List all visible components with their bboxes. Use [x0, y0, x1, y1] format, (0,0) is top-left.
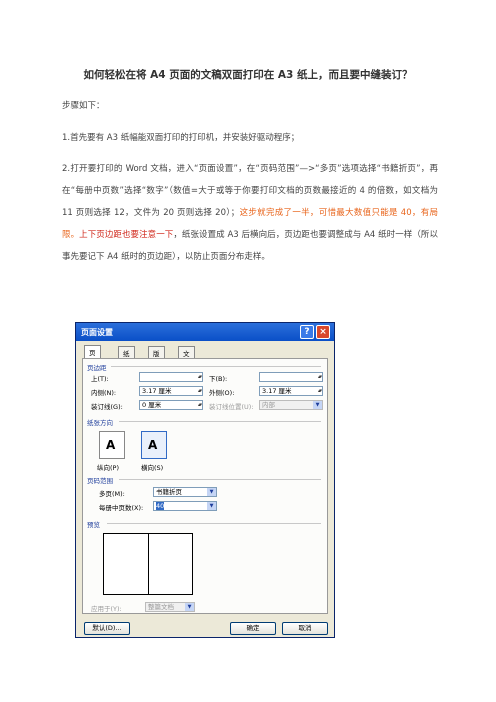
steps-label: 步骤如下：: [62, 101, 105, 111]
help-icon[interactable]: ?: [300, 325, 314, 339]
top-margin-input[interactable]: [139, 372, 203, 382]
gutter-input[interactable]: 0 厘米: [139, 400, 203, 410]
portrait-icon: A: [106, 438, 116, 452]
orientation-divider: [119, 421, 321, 422]
sheets-per-booklet-select[interactable]: 40 ▼: [153, 501, 217, 511]
gutter-position-value: 内部: [262, 401, 275, 409]
tab-margins[interactable]: 页边距: [84, 345, 101, 377]
step-1-text: 1.首先要有 A3 纸幅能双面打印的打印机，并安装好驱动程序；: [62, 133, 300, 143]
preview-group-label: 预览: [87, 521, 100, 529]
sheets-value: 40: [156, 502, 165, 510]
margins-group-label: 页边距: [87, 364, 107, 372]
landscape-icon: A: [148, 438, 158, 452]
multipage-select[interactable]: 书籍折页 ▼: [153, 487, 217, 497]
pages-group-label: 页码范围: [87, 477, 113, 485]
portrait-label: 纵向(P): [97, 464, 119, 472]
dialog-title: 页面设置: [81, 328, 113, 337]
gutter-label: 装订线(G):: [91, 403, 123, 411]
margins-divider: [111, 366, 321, 367]
multipage-value: 书籍折页: [156, 488, 182, 496]
landscape-label: 横向(S): [141, 464, 164, 472]
chevron-down-icon: ▼: [313, 401, 322, 409]
orientation-group-label: 纸张方向: [87, 419, 113, 427]
preview-divider: [107, 523, 321, 524]
chevron-down-icon: ▼: [207, 488, 216, 496]
tab-doc-grid[interactable]: 文档网格: [178, 346, 195, 388]
top-label: 上(T):: [91, 375, 109, 383]
step-2-red-note: 上下页边距也要注意一下: [79, 230, 174, 240]
article-title: 如何轻松在将 A4 页面的文稿双面打印在 A3 纸上，而且要中缝装订？: [83, 69, 413, 81]
apply-to-label: 应用于(Y):: [91, 605, 122, 613]
default-button[interactable]: 默认(D)...: [84, 622, 130, 635]
tab-layout[interactable]: 版式: [148, 346, 165, 368]
landscape-option[interactable]: A: [141, 431, 167, 459]
outside-label: 外侧(O):: [209, 389, 235, 397]
inside-label: 内侧(N):: [91, 389, 117, 397]
chevron-down-icon: ▼: [207, 502, 216, 510]
dialog-titlebar: 页面设置 ? ×: [76, 323, 334, 341]
apply-to-select[interactable]: 整篇文档 ▼: [145, 602, 195, 612]
gutter-position-label: 装订线位置(U):: [209, 403, 254, 411]
step-2-text: 2.打开要打印的 Word 文档，进入“页面设置”，在“页码范围”—>“多页”选…: [62, 158, 438, 268]
preview-fold-line: [148, 534, 149, 594]
chevron-down-icon: ▼: [185, 603, 194, 611]
tab-paper[interactable]: 纸张: [118, 346, 135, 368]
apply-to-value: 整篇文档: [148, 603, 174, 611]
ok-button[interactable]: 确定: [230, 622, 276, 635]
bottom-label: 下(B):: [209, 375, 228, 383]
close-icon[interactable]: ×: [316, 325, 330, 339]
gutter-position-select[interactable]: 内部 ▼: [259, 400, 323, 410]
preview-page: [103, 533, 193, 595]
outside-margin-input[interactable]: 3.17 厘米: [259, 386, 323, 396]
page-setup-dialog: 页面设置 ? × 页边距 纸张 版式 文档网格 页边距 上(T): 下(B): …: [75, 322, 335, 638]
multipage-label: 多页(M):: [99, 490, 125, 498]
sheets-label: 每册中页数(X):: [99, 504, 144, 512]
cancel-button[interactable]: 取消: [282, 622, 328, 635]
portrait-option[interactable]: A: [99, 431, 125, 459]
bottom-margin-input[interactable]: [259, 372, 323, 382]
inside-margin-input[interactable]: 3.17 厘米: [139, 386, 203, 396]
margins-panel: 页边距 上(T): 下(B): 内侧(N): 3.17 厘米 外侧(O): 3.…: [82, 358, 328, 614]
pages-divider: [119, 479, 321, 480]
